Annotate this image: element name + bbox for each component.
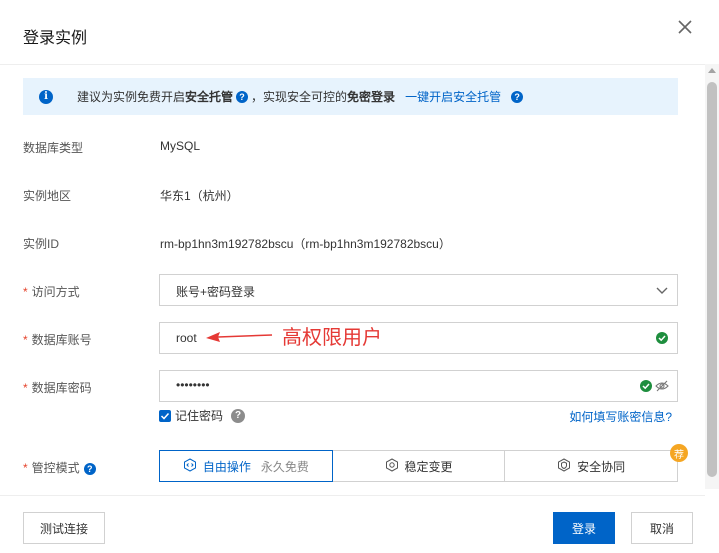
banner-text-2: ，实现安全可控的 xyxy=(251,90,348,104)
footer-divider xyxy=(0,495,705,496)
access-mode-label-text: 访问方式 xyxy=(31,285,80,299)
password-label: * 数据库密码 xyxy=(23,381,92,395)
account-label: * 数据库账号 xyxy=(23,333,92,347)
region-value: 华东1（杭州） xyxy=(160,189,239,203)
db-type-value: MySQL xyxy=(160,139,201,153)
question-icon[interactable]: ? xyxy=(236,90,249,103)
test-connection-button[interactable]: 测试连接 xyxy=(23,512,105,544)
annotation-arrow-icon xyxy=(206,332,273,342)
cancel-button[interactable]: 取消 xyxy=(631,512,693,544)
chevron-down-icon xyxy=(655,283,669,297)
mode-secure-label: 安全协同 xyxy=(577,459,626,474)
scroll-up-arrow-icon[interactable] xyxy=(708,68,716,73)
password-value: •••••••• xyxy=(176,378,210,392)
mode-stable-label: 稳定变更 xyxy=(404,459,453,474)
mode-stable-change[interactable]: 稳定变更 xyxy=(331,450,506,482)
control-mode-group: 自由操作 永久免费 稳定变更 安全协同 xyxy=(159,450,679,482)
dialog-title: 登录实例 xyxy=(23,30,88,47)
recommend-badge: 荐 xyxy=(670,444,688,462)
annotation-text: 高权限用户 xyxy=(282,327,382,349)
mode-free-label: 自由操作 xyxy=(202,459,251,474)
enable-hosting-link[interactable]: 一键开启安全托管 xyxy=(405,88,501,105)
instance-id-value: rm-bp1hn3m192782bscu（rm-bp1hn3m192782bsc… xyxy=(160,237,451,251)
info-banner: i 建议为实例免费开启 安全托管? ，实现安全可控的 免密登录 一键开启安全托管 ? xyxy=(23,78,678,115)
scrollbar[interactable] xyxy=(705,64,719,489)
shield-icon xyxy=(557,457,571,475)
gear-icon xyxy=(385,457,399,475)
remember-label: 记住密码 xyxy=(175,409,224,423)
mode-free-operation[interactable]: 自由操作 永久免费 xyxy=(159,450,333,482)
check-circle-icon xyxy=(656,332,668,344)
check-circle-icon xyxy=(640,380,652,392)
question-icon[interactable]: ? xyxy=(83,463,96,475)
account-label-text: 数据库账号 xyxy=(31,333,92,347)
control-mode-label-text: 管控模式 xyxy=(31,461,80,475)
banner-bold-2: 免密登录 xyxy=(347,90,396,104)
header-divider xyxy=(0,64,705,65)
mode-free-sub: 永久免费 xyxy=(260,459,309,474)
scrollbar-thumb[interactable] xyxy=(707,82,717,477)
instance-id-label: 实例ID xyxy=(23,237,60,251)
close-icon[interactable] xyxy=(674,16,696,38)
info-icon: i xyxy=(39,89,53,104)
region-label: 实例地区 xyxy=(23,189,72,203)
question-icon[interactable]: ? xyxy=(511,90,524,103)
code-icon xyxy=(183,457,197,475)
access-mode-label: * 访问方式 xyxy=(23,285,80,299)
login-button[interactable]: 登录 xyxy=(553,512,615,544)
account-value: root xyxy=(176,331,197,345)
control-mode-label: * 管控模式? xyxy=(23,459,99,476)
credentials-help-link[interactable]: 如何填写账密信息? xyxy=(569,408,672,425)
db-type-label: 数据库类型 xyxy=(23,141,84,155)
password-input[interactable]: •••••••• xyxy=(159,370,678,402)
banner-text-1: 建议为实例免费开启 xyxy=(77,90,186,104)
password-label-text: 数据库密码 xyxy=(31,381,92,395)
mode-secure-collab[interactable]: 安全协同 xyxy=(504,450,679,482)
remember-password-row[interactable]: 记住密码 ? xyxy=(159,407,248,424)
remember-checkbox[interactable] xyxy=(159,409,171,422)
access-mode-value: 账号+密码登录 xyxy=(176,285,256,299)
banner-bold-1: 安全托管 xyxy=(185,90,234,104)
access-mode-select[interactable]: 账号+密码登录 xyxy=(159,274,678,306)
eye-off-icon[interactable] xyxy=(655,379,669,396)
question-icon[interactable]: ? xyxy=(231,408,246,423)
